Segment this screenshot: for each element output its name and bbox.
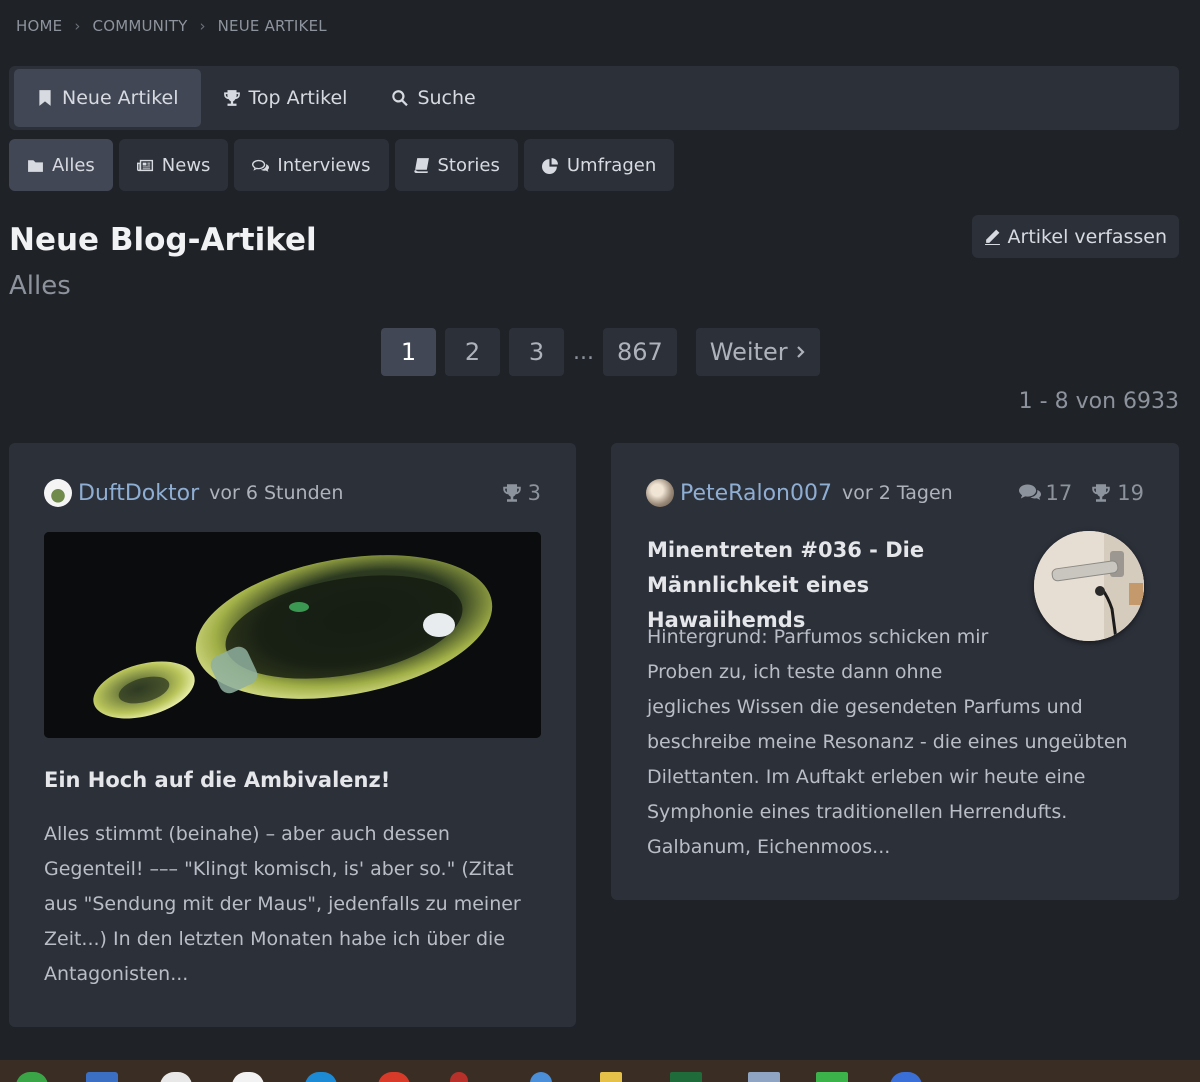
perfume-bottle-image [44,532,541,738]
breadcrumb-current: NEUE ARTIKEL [217,17,327,35]
trophy-icon [1092,484,1111,502]
app-icon[interactable] [232,1072,264,1082]
next-page-button[interactable]: Weiter [695,328,820,376]
article-image[interactable] [44,532,541,738]
app-icon[interactable] [670,1072,702,1082]
app-icon[interactable] [748,1072,780,1082]
post-time: vor 6 Stunden [209,482,344,504]
tab-label: Suche [417,87,476,109]
category-umfragen[interactable]: Umfragen [523,139,675,191]
app-icon[interactable] [305,1072,337,1082]
app-icon[interactable] [530,1072,552,1082]
category-alles[interactable]: Alles [9,139,113,191]
search-icon [392,90,409,107]
pagination-ellipsis: ... [573,339,594,365]
category-label: Stories [437,154,500,176]
article-excerpt: Alles stimmt (beinahe) – aber auch desse… [44,823,521,985]
excerpt-line: Proben zu, ich teste dann ohne [647,661,943,683]
tab-label: Top Artikel [248,87,348,109]
comment-count-value: 17 [1045,481,1073,505]
app-icon[interactable] [816,1072,848,1082]
trophy-count-value: 19 [1117,481,1144,505]
app-icon[interactable] [450,1072,468,1082]
page-button-last[interactable]: 867 [602,328,677,376]
category-label: News [161,154,211,176]
post-time: vor 2 Tagen [841,482,953,504]
category-news[interactable]: News [118,139,229,191]
excerpt-line: beschreibe meine Resonanz - die eines un… [647,731,1128,753]
excerpt-line: Hintergrund: Parfumos schicken mir [647,626,989,648]
category-nav: Alles News Interviews Stories Umfragen [9,139,675,191]
breadcrumb-community[interactable]: COMMUNITY [93,17,188,35]
chevron-right-icon [796,346,805,358]
trophy-count-value: 3 [527,481,541,505]
compose-article-button[interactable]: Artikel verfassen [971,215,1179,258]
category-label: Interviews [277,154,371,176]
author-link[interactable]: DuftDoktor [78,481,199,506]
page-subtitle: Alles [9,271,71,301]
app-icon[interactable] [600,1072,622,1082]
next-page-label: Weiter [709,338,788,366]
chevron-right-icon: › [199,17,206,35]
excerpt-line: jegliches Wissen die gesendeten Parfums … [647,696,1083,718]
tab-label: Neue Artikel [62,87,179,109]
page-button-3[interactable]: 3 [509,328,564,376]
article-meta: DuftDoktor vor 6 Stunden 3 [44,479,541,507]
breadcrumb-home[interactable]: HOME [16,17,62,35]
trophy-icon [223,90,240,106]
comment-count: 17 [1018,481,1073,505]
pencil-icon [984,229,1000,245]
newspaper-icon [136,159,153,171]
book-icon [413,157,429,173]
compose-label: Artikel verfassen [1007,225,1167,248]
tab-top-artikel[interactable]: Top Artikel [201,69,370,127]
trophy-count: 3 [501,481,541,505]
avatar[interactable] [646,479,674,507]
tab-neue-artikel[interactable]: Neue Artikel [14,69,201,127]
author-link[interactable]: PeteRalon007 [680,481,832,506]
pie-chart-icon [541,157,558,174]
main-nav: Neue Artikel Top Artikel Suche [9,66,1179,130]
page-button-2[interactable]: 2 [445,328,500,376]
comments-icon [1018,484,1041,500]
avatar[interactable] [44,479,72,507]
app-icon[interactable] [86,1072,118,1082]
chat-icon [252,159,270,172]
os-taskbar [0,1060,1200,1082]
pagination: 1 2 3 ... 867 Weiter [381,328,820,376]
category-interviews[interactable]: Interviews [234,139,389,191]
article-excerpt: Hintergrund: Parfumos schicken mir Probe… [647,620,1147,865]
excerpt-line: Symphonie eines traditionellen Herrenduf… [647,801,1068,823]
article-card: PeteRalon007 vor 2 Tagen 17 19 Minentret… [611,443,1179,900]
category-label: Umfragen [566,154,657,176]
breadcrumb: HOME › COMMUNITY › NEUE ARTIKEL [16,17,327,35]
article-title[interactable]: Ein Hoch auf die Ambivalenz! [44,768,541,792]
page-button-1[interactable]: 1 [381,328,436,376]
category-stories[interactable]: Stories [394,139,518,191]
app-icon[interactable] [378,1072,410,1082]
app-icon[interactable] [890,1072,922,1082]
trophy-icon [502,484,521,502]
tab-suche[interactable]: Suche [369,69,497,127]
category-label: Alles [52,154,95,176]
result-count: 1 - 8 von 6933 [1018,389,1179,414]
folder-icon [28,159,43,172]
chevron-right-icon: › [74,17,81,35]
trophy-count: 19 [1090,481,1144,505]
article-card: DuftDoktor vor 6 Stunden 3 Ein Hoch auf … [9,443,576,1027]
app-icon[interactable] [160,1072,192,1082]
page-title: Neue Blog-Artikel [9,222,317,258]
article-meta: PeteRalon007 vor 2 Tagen 17 19 [646,479,1144,507]
excerpt-line: Galbanum, Eichenmoos... [647,836,891,858]
app-icon[interactable] [16,1072,48,1082]
bookmark-icon [39,90,51,106]
excerpt-line: Dilettanten. Im Auftakt erleben wir heut… [647,766,1086,788]
